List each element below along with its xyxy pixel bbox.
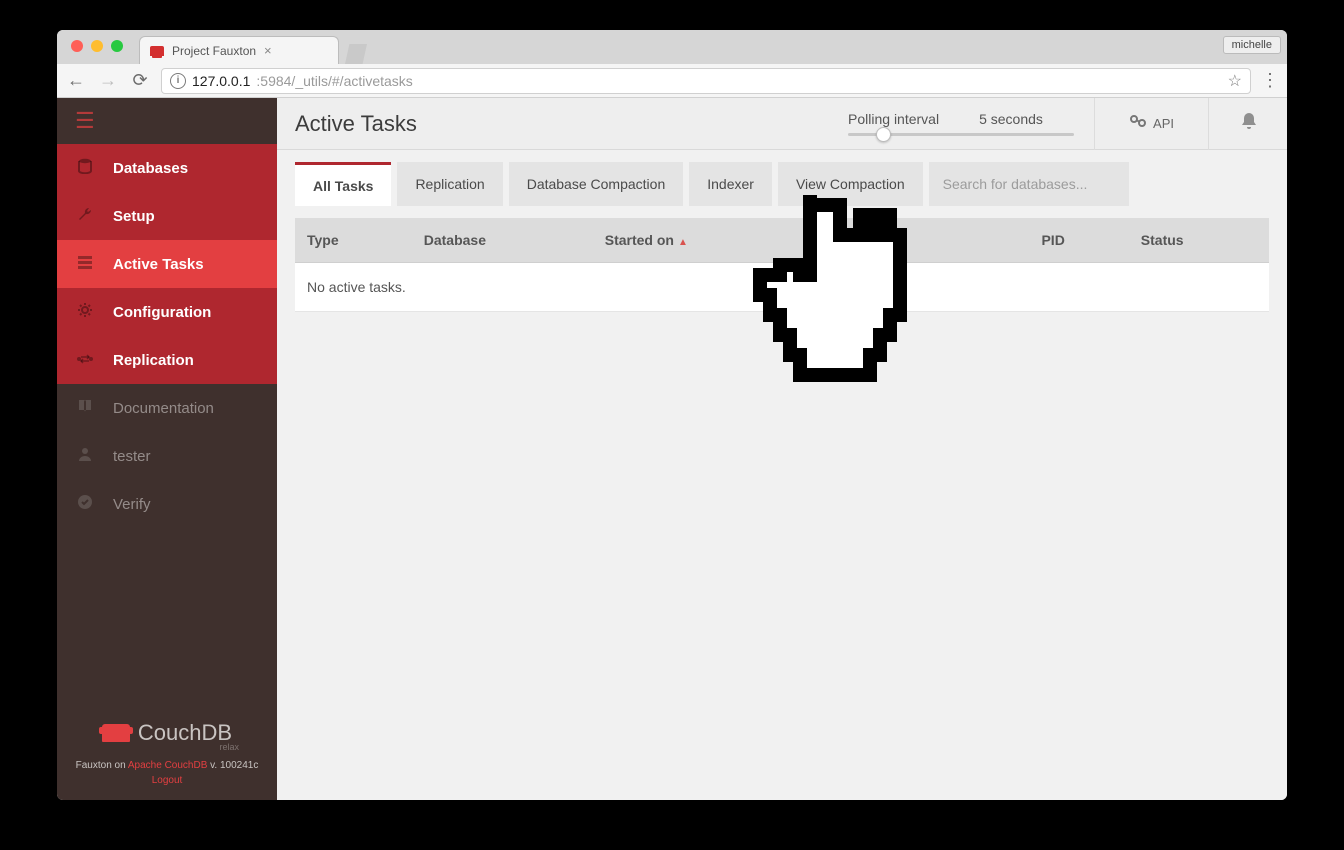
gear-icon	[75, 302, 95, 322]
col-label: Status	[1141, 232, 1184, 248]
footer-link[interactable]: Apache CouchDB	[128, 760, 208, 771]
sidebar-item-label: Documentation	[113, 400, 214, 417]
sidebar-item-active-tasks[interactable]: Active Tasks	[57, 240, 277, 288]
slider-thumb[interactable]	[876, 127, 891, 142]
table-empty-row: No active tasks.	[295, 263, 1269, 312]
tasks-table-wrap: Type Database Started on ▲ Updated on PID…	[277, 206, 1287, 324]
close-window-button[interactable]	[71, 40, 83, 52]
col-label: Updated on	[830, 232, 907, 248]
app-root: ☰ Databases Setup Active Tasks	[57, 98, 1287, 800]
footer-suffix: v. 100241c	[207, 760, 258, 771]
browser-window: Project Fauxton × michelle ← → ⟳ i 127.0…	[57, 30, 1287, 800]
col-label: PID	[1041, 232, 1064, 248]
polling-interval-group: Polling interval 5 seconds	[848, 111, 1074, 136]
tab-title: Project Fauxton	[172, 44, 256, 58]
sidebar-item-documentation[interactable]: Documentation	[57, 384, 277, 432]
database-icon	[75, 158, 95, 178]
col-label: Type	[307, 232, 339, 248]
empty-message: No active tasks.	[295, 263, 1269, 312]
sidebar-item-label: Databases	[113, 160, 188, 177]
forward-button[interactable]: →	[97, 70, 119, 91]
link-icon	[1129, 114, 1147, 133]
separator	[1208, 98, 1209, 150]
profile-badge[interactable]: michelle	[1223, 36, 1281, 54]
browser-toolbar: ← → ⟳ i 127.0.0.1 :5984/_utils/#/activeta…	[57, 64, 1287, 98]
sidebar-item-setup[interactable]: Setup	[57, 192, 277, 240]
wrench-icon	[75, 206, 95, 226]
hamburger-icon[interactable]: ☰	[75, 108, 95, 134]
sidebar-item-label: tester	[113, 448, 151, 465]
separator	[1094, 98, 1095, 150]
col-status[interactable]: Status	[1129, 218, 1269, 263]
sidebar-item-databases[interactable]: Databases	[57, 144, 277, 192]
couch-icon	[102, 724, 130, 742]
couchdb-favicon-icon	[150, 46, 164, 56]
tasks-icon	[75, 254, 95, 274]
col-started-on[interactable]: Started on ▲	[593, 218, 818, 263]
tab-all-tasks[interactable]: All Tasks	[295, 162, 391, 206]
col-database[interactable]: Database	[412, 218, 593, 263]
sort-asc-icon: ▲	[678, 237, 688, 248]
new-tab-button[interactable]	[345, 44, 367, 64]
col-updated-on[interactable]: Updated on	[818, 218, 1030, 263]
main-content: Active Tasks Polling interval 5 seconds	[277, 98, 1287, 800]
tab-replication[interactable]: Replication	[397, 162, 502, 206]
col-label: Database	[424, 232, 486, 248]
sidebar-header: ☰	[57, 98, 277, 144]
sidebar: ☰ Databases Setup Active Tasks	[57, 98, 277, 800]
user-icon	[75, 446, 95, 466]
site-info-icon[interactable]: i	[170, 73, 186, 89]
sidebar-item-label: Active Tasks	[113, 256, 204, 273]
sidebar-item-label: Setup	[113, 208, 155, 225]
notifications-button[interactable]	[1229, 111, 1269, 137]
sidebar-footer: CouchDB relax Fauxton on Apache CouchDB …	[57, 706, 277, 800]
book-icon	[75, 398, 95, 418]
check-icon	[75, 494, 95, 514]
tab-indexer[interactable]: Indexer	[689, 162, 772, 206]
tab-view-compaction[interactable]: View Compaction	[778, 162, 923, 206]
address-bar[interactable]: i 127.0.0.1 :5984/_utils/#/activetasks ☆	[161, 68, 1251, 94]
sidebar-item-replication[interactable]: Replication	[57, 336, 277, 384]
tasks-table: Type Database Started on ▲ Updated on PID…	[295, 218, 1269, 312]
browser-tabbar: Project Fauxton × michelle	[57, 30, 1287, 64]
col-label: Started on	[605, 232, 674, 248]
sidebar-item-label: Configuration	[113, 304, 211, 321]
col-type[interactable]: Type	[295, 218, 412, 263]
maximize-window-button[interactable]	[111, 40, 123, 52]
table-header-row: Type Database Started on ▲ Updated on PID…	[295, 218, 1269, 263]
polling-value: 5 seconds	[979, 111, 1043, 127]
tab-database-compaction[interactable]: Database Compaction	[509, 162, 684, 206]
sidebar-item-configuration[interactable]: Configuration	[57, 288, 277, 336]
logout-link[interactable]: Logout	[65, 775, 269, 786]
browser-menu-button[interactable]: ⋮	[1261, 70, 1279, 91]
footer-prefix: Fauxton on	[76, 760, 128, 771]
back-button[interactable]: ←	[65, 70, 87, 91]
replication-icon	[75, 352, 95, 369]
sidebar-item-label: Verify	[113, 496, 151, 513]
close-tab-icon[interactable]: ×	[264, 43, 272, 58]
api-button[interactable]: API	[1115, 114, 1188, 133]
sidebar-item-verify[interactable]: Verify	[57, 480, 277, 528]
polling-slider[interactable]	[848, 133, 1074, 136]
minimize-window-button[interactable]	[91, 40, 103, 52]
sidebar-item-label: Replication	[113, 352, 194, 369]
reload-button[interactable]: ⟳	[129, 70, 151, 91]
browser-tab[interactable]: Project Fauxton ×	[139, 36, 339, 64]
search-databases-input[interactable]	[929, 162, 1129, 206]
bookmark-star-icon[interactable]: ☆	[1228, 71, 1242, 91]
polling-label: Polling interval	[848, 111, 939, 127]
page-title: Active Tasks	[295, 111, 417, 137]
topbar: Active Tasks Polling interval 5 seconds	[277, 98, 1287, 150]
url-host: 127.0.0.1	[192, 73, 250, 89]
filter-tabs: All Tasks Replication Database Compactio…	[277, 150, 1287, 206]
url-path: :5984/_utils/#/activetasks	[256, 73, 412, 89]
api-label: API	[1153, 116, 1174, 131]
window-controls	[65, 30, 129, 52]
col-pid[interactable]: PID	[1029, 218, 1128, 263]
sidebar-item-user[interactable]: tester	[57, 432, 277, 480]
footer-version: Fauxton on Apache CouchDB v. 100241c	[65, 760, 269, 771]
brand-name: CouchDB	[138, 720, 232, 746]
